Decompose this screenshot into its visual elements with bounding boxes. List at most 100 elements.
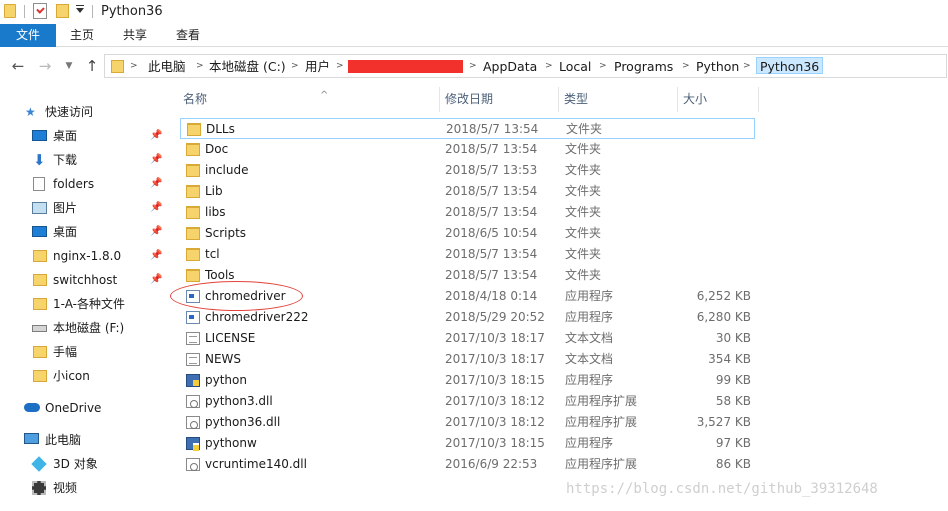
file-size: 30 KB xyxy=(715,331,751,345)
file-type: 文件夹 xyxy=(565,205,602,219)
file-row[interactable]: include 2018/5/7 13:53 文件夹 xyxy=(180,160,755,181)
forward-arrow-icon[interactable]: → xyxy=(36,56,54,76)
breadcrumb-appdata[interactable]: AppData xyxy=(483,58,537,75)
drive-icon xyxy=(32,325,47,332)
chevron-right-icon[interactable]: > xyxy=(743,58,751,75)
column-divider[interactable] xyxy=(758,87,759,112)
chevron-right-icon[interactable]: > xyxy=(130,58,138,75)
file-type: 应用程序 xyxy=(565,289,614,303)
breadcrumb-users[interactable]: 用户 xyxy=(305,58,330,75)
file-date: 2017/10/3 18:17 xyxy=(445,331,545,345)
breadcrumb-drive-c[interactable]: 本地磁盘 (C:) xyxy=(209,58,286,75)
file-row[interactable]: Scripts 2018/6/5 10:54 文件夹 xyxy=(180,223,755,244)
nav-item-drive-f[interactable]: 本地磁盘 (F:) xyxy=(0,317,166,339)
file-date: 2017/10/3 18:15 xyxy=(445,373,545,387)
file-row[interactable]: Doc 2018/5/7 13:54 文件夹 xyxy=(180,139,755,160)
nav-item-nginx[interactable]: nginx-1.8.0 📌 xyxy=(0,245,166,267)
breadcrumb-python36[interactable]: Python36 xyxy=(756,57,824,74)
file-date: 2017/10/3 18:12 xyxy=(445,394,545,408)
up-arrow-icon[interactable]: ↑ xyxy=(83,56,101,76)
file-row[interactable]: LICENSE 2017/10/3 18:17 文本文档 30 KB xyxy=(180,328,755,349)
breadcrumb-this-pc[interactable]: 此电脑 xyxy=(148,58,186,75)
column-header-date[interactable]: 修改日期 xyxy=(445,87,493,112)
new-folder-icon[interactable] xyxy=(56,4,69,18)
python-icon xyxy=(186,374,200,387)
column-divider[interactable] xyxy=(677,87,678,112)
chevron-right-icon[interactable]: > xyxy=(336,58,344,75)
column-divider[interactable] xyxy=(558,87,559,112)
column-header-name[interactable]: 名称 ^ xyxy=(183,87,328,112)
file-row[interactable]: python 2017/10/3 18:15 应用程序 99 KB xyxy=(180,370,755,391)
file-date: 2018/6/5 10:54 xyxy=(445,226,538,240)
file-row[interactable]: libs 2018/5/7 13:54 文件夹 xyxy=(180,202,755,223)
file-size: 97 KB xyxy=(715,436,751,450)
pin-icon: 📌 xyxy=(150,130,163,141)
file-row[interactable]: chromedriver222 2018/5/29 20:52 应用程序 6,280 … xyxy=(180,307,755,328)
nav-item-files[interactable]: 1-A-各种文件 xyxy=(0,293,166,315)
tab-home[interactable]: 主页 xyxy=(56,24,108,47)
pin-icon: 📌 xyxy=(150,154,163,165)
file-row[interactable]: Tools 2018/5/7 13:54 文件夹 xyxy=(180,265,755,286)
chevron-right-icon[interactable]: > xyxy=(196,58,204,75)
tab-file[interactable]: 文件 xyxy=(0,24,56,47)
folder-icon xyxy=(186,164,200,177)
nav-item-pictures[interactable]: 图片 📌 xyxy=(0,197,166,219)
column-header-type[interactable]: 类型 xyxy=(564,87,588,112)
file-row[interactable]: NEWS 2017/10/3 18:17 文本文档 354 KB xyxy=(180,349,755,370)
ribbon-tabs: 文件 主页 共享 查看 xyxy=(0,24,948,47)
navigation-pane: ★ 快速访问 桌面 📌 ⬇ 下载 📌 folders 📌 图片 📌 桌面 📌 n… xyxy=(0,82,166,511)
file-row[interactable]: python36.dll 2017/10/3 18:12 应用程序扩展 3,527 K… xyxy=(180,412,755,433)
properties-icon[interactable] xyxy=(33,3,47,19)
nav-item-label: 图片 xyxy=(53,201,78,215)
breadcrumb-programs[interactable]: Programs xyxy=(614,58,673,75)
nav-item-downloads[interactable]: ⬇ 下载 📌 xyxy=(0,149,166,171)
nav-item-this-pc[interactable]: 此电脑 xyxy=(0,429,166,451)
file-row[interactable]: Lib 2018/5/7 13:54 文件夹 xyxy=(180,181,755,202)
nav-item-folders[interactable]: folders 📌 xyxy=(0,173,166,195)
chevron-right-icon[interactable]: > xyxy=(545,58,553,75)
folder-icon xyxy=(33,370,47,382)
nav-item-videos[interactable]: 视频 xyxy=(0,477,166,499)
chevron-down-icon[interactable]: ▼ xyxy=(60,56,78,76)
dll-icon xyxy=(186,395,200,408)
chevron-right-icon[interactable]: > xyxy=(599,58,607,75)
chevron-down-icon[interactable] xyxy=(76,8,84,13)
address-bar[interactable]: > 此电脑 > 本地磁盘 (C:) > 用户 > > AppData > Loc… xyxy=(104,54,947,78)
chevron-right-icon[interactable]: > xyxy=(291,58,299,75)
chevron-right-icon[interactable]: > xyxy=(469,58,477,75)
nav-item-small-icon[interactable]: 小icon xyxy=(0,365,166,387)
breadcrumb-python[interactable]: Python xyxy=(696,58,739,75)
folder-icon xyxy=(33,274,47,286)
pin-icon: 📌 xyxy=(150,226,163,237)
nav-item-desktop[interactable]: 桌面 📌 xyxy=(0,125,166,147)
tab-share[interactable]: 共享 xyxy=(108,24,162,47)
file-type: 文件夹 xyxy=(565,226,602,240)
file-type: 应用程序扩展 xyxy=(565,415,638,429)
nav-item-desktop-2[interactable]: 桌面 📌 xyxy=(0,221,166,243)
file-name: chromedriver xyxy=(205,289,286,303)
folder-icon xyxy=(4,4,16,18)
back-arrow-icon[interactable]: ← xyxy=(9,56,27,76)
column-divider[interactable] xyxy=(439,87,440,112)
nav-item-label: 此电脑 xyxy=(45,433,82,447)
nav-item-3d-objects[interactable]: 3D 对象 xyxy=(0,453,166,475)
nav-item-onedrive[interactable]: OneDrive xyxy=(0,397,166,419)
file-size: 354 KB xyxy=(708,352,751,366)
file-row[interactable]: tcl 2018/5/7 13:54 文件夹 xyxy=(180,244,755,265)
chevron-right-icon[interactable]: > xyxy=(682,58,690,75)
file-name: Tools xyxy=(205,268,235,282)
nav-item-switchhost[interactable]: switchhost 📌 xyxy=(0,269,166,291)
tab-view[interactable]: 查看 xyxy=(162,24,214,47)
star-icon: ★ xyxy=(25,105,36,119)
file-row[interactable]: chromedriver 2018/4/18 0:14 应用程序 6,252 KB xyxy=(180,286,755,307)
nav-item-shoufu[interactable]: 手幅 xyxy=(0,341,166,363)
file-row[interactable]: vcruntime140.dll 2016/6/9 22:53 应用程序扩展 86 K… xyxy=(180,454,755,475)
file-row[interactable]: DLLs 2018/5/7 13:54 文件夹 xyxy=(180,118,755,139)
file-row[interactable]: python3.dll 2017/10/3 18:12 应用程序扩展 58 KB xyxy=(180,391,755,412)
nav-quick-access[interactable]: ★ 快速访问 xyxy=(0,101,166,123)
file-date: 2018/5/7 13:54 xyxy=(445,184,538,198)
column-header-size[interactable]: 大小 xyxy=(683,87,707,112)
breadcrumb-local[interactable]: Local xyxy=(559,58,591,75)
file-row[interactable]: pythonw 2017/10/3 18:15 应用程序 97 KB xyxy=(180,433,755,454)
watermark: https://blog.csdn.net/github_39312648 xyxy=(566,481,878,497)
